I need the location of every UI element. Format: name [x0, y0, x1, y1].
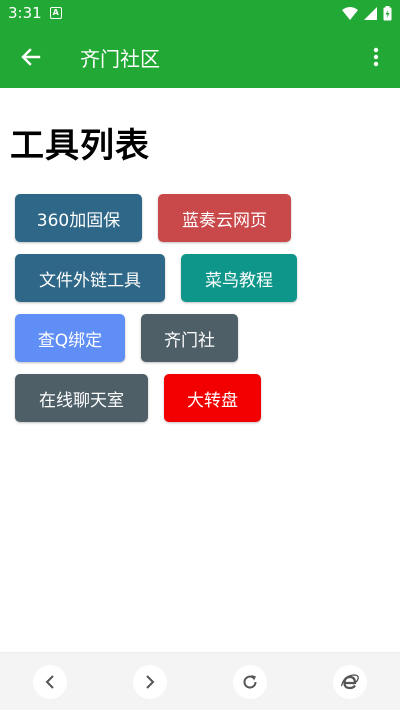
tool-button-runoob-tutorial[interactable]: 菜鸟教程: [181, 254, 297, 302]
more-vertical-icon: [373, 47, 379, 67]
nav-back-button[interactable]: [33, 665, 67, 699]
refresh-icon: [243, 675, 257, 689]
nav-forward-button[interactable]: [133, 665, 167, 699]
page-title: 工具列表: [10, 126, 150, 166]
nav-refresh-button[interactable]: [233, 665, 267, 699]
tool-button-qq-bind-lookup[interactable]: 查Q绑定: [15, 314, 125, 362]
bottom-nav-bar: [0, 652, 400, 710]
app-title: 齐门社区: [80, 46, 160, 71]
nav-browser-button[interactable]: [333, 665, 367, 699]
chevron-left-icon: [45, 675, 54, 689]
tool-button-file-link-tool[interactable]: 文件外链工具: [15, 254, 165, 302]
tool-button-lanzou-cloud[interactable]: 蓝奏云网页: [158, 194, 291, 242]
signal-icon: [364, 6, 377, 20]
wifi-icon: [342, 6, 358, 20]
tool-button-360-jiagubao[interactable]: 360加固保: [15, 194, 142, 242]
status-time: 3:31: [8, 4, 42, 22]
content-area: 工具列表 360加固保 蓝奏云网页 文件外链工具 菜鸟教程 查Q绑定 齐门社 在…: [0, 88, 400, 650]
tool-button-chat-room[interactable]: 在线聊天室: [15, 374, 148, 422]
arrow-left-icon: [21, 48, 41, 66]
tool-button-lucky-wheel[interactable]: 大转盘: [164, 374, 261, 422]
back-button[interactable]: [0, 26, 62, 88]
battery-icon: [383, 5, 392, 20]
tool-button-qimen-club[interactable]: 齐门社: [141, 314, 238, 362]
app-bar: 齐门社区: [0, 26, 400, 88]
more-options-button[interactable]: [352, 26, 400, 88]
status-bar: 3:31 A: [0, 0, 400, 26]
chevron-right-icon: [146, 675, 155, 689]
browser-icon: [340, 674, 359, 690]
notification-a-icon: A: [49, 7, 62, 19]
